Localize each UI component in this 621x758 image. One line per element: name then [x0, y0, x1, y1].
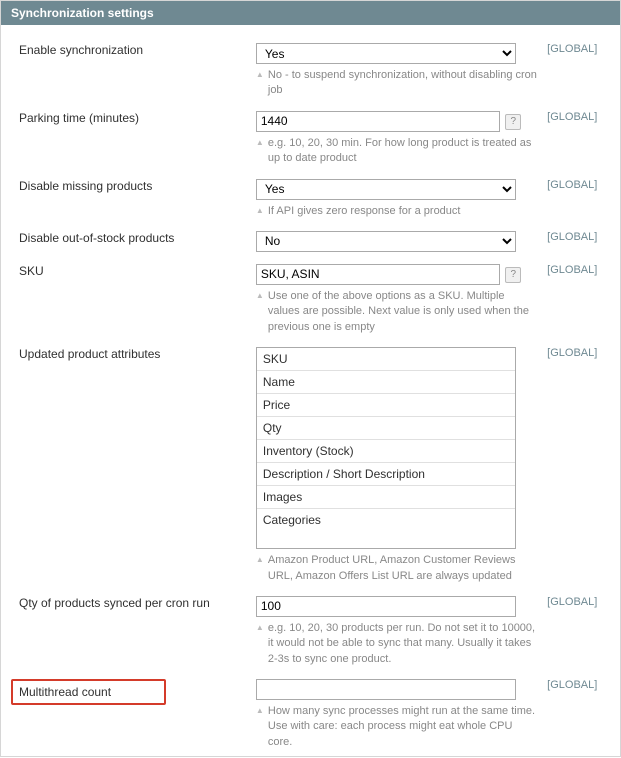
- scope-label: [GLOBAL]: [547, 25, 620, 105]
- multithread-note: How many sync processes might run at the…: [256, 704, 539, 750]
- list-item[interactable]: Description / Short Description: [257, 463, 515, 486]
- disable-missing-label: Disable missing products: [1, 173, 256, 225]
- scope-label: [GLOBAL]: [547, 590, 620, 673]
- list-item[interactable]: Images: [257, 486, 515, 509]
- parking-time-label: Parking time (minutes): [1, 105, 256, 173]
- disable-oos-select[interactable]: No: [256, 231, 516, 252]
- list-item[interactable]: Price: [257, 394, 515, 417]
- updated-attrs-multiselect[interactable]: SKU Name Price Qty Inventory (Stock) Des…: [256, 347, 516, 549]
- list-item[interactable]: Qty: [257, 417, 515, 440]
- qty-per-run-label: Qty of products synced per cron run: [1, 590, 256, 673]
- scope-label: [GLOBAL]: [547, 225, 620, 258]
- scope-label: [GLOBAL]: [547, 341, 620, 590]
- sku-input[interactable]: [256, 264, 500, 285]
- settings-form: Enable synchronization Yes No - to suspe…: [1, 25, 620, 756]
- scope-label: [GLOBAL]: [547, 105, 620, 173]
- help-icon[interactable]: ?: [505, 267, 521, 283]
- sku-label: SKU: [1, 258, 256, 341]
- disable-missing-select[interactable]: Yes: [256, 179, 516, 200]
- parking-time-note: e.g. 10, 20, 30 min. For how long produc…: [256, 136, 539, 167]
- parking-time-input[interactable]: [256, 111, 500, 132]
- disable-missing-note: If API gives zero response for a product: [256, 204, 539, 219]
- list-item[interactable]: Inventory (Stock): [257, 440, 515, 463]
- help-icon[interactable]: ?: [505, 114, 521, 130]
- sku-note: Use one of the above options as a SKU. M…: [256, 289, 539, 335]
- scope-label: [GLOBAL]: [547, 673, 620, 756]
- scope-label: [GLOBAL]: [547, 173, 620, 225]
- disable-oos-label: Disable out-of-stock products: [1, 225, 256, 258]
- qty-per-run-input[interactable]: [256, 596, 516, 617]
- qty-per-run-note: e.g. 10, 20, 30 products per run. Do not…: [256, 621, 539, 667]
- list-item[interactable]: SKU: [257, 348, 515, 371]
- updated-attrs-note: Amazon Product URL, Amazon Customer Revi…: [256, 553, 539, 584]
- multithread-label: Multithread count: [11, 679, 166, 705]
- updated-attrs-label: Updated product attributes: [1, 341, 256, 590]
- sync-settings-panel: Synchronization settings Enable synchron…: [0, 0, 621, 757]
- enable-sync-select[interactable]: Yes: [256, 43, 516, 64]
- list-item[interactable]: Name: [257, 371, 515, 394]
- enable-sync-note: No - to suspend synchronization, without…: [256, 68, 539, 99]
- scope-label: [GLOBAL]: [547, 258, 620, 341]
- enable-sync-label: Enable synchronization: [1, 25, 256, 105]
- multithread-input[interactable]: [256, 679, 516, 700]
- panel-title: Synchronization settings: [1, 1, 620, 25]
- list-item[interactable]: Categories: [257, 509, 515, 531]
